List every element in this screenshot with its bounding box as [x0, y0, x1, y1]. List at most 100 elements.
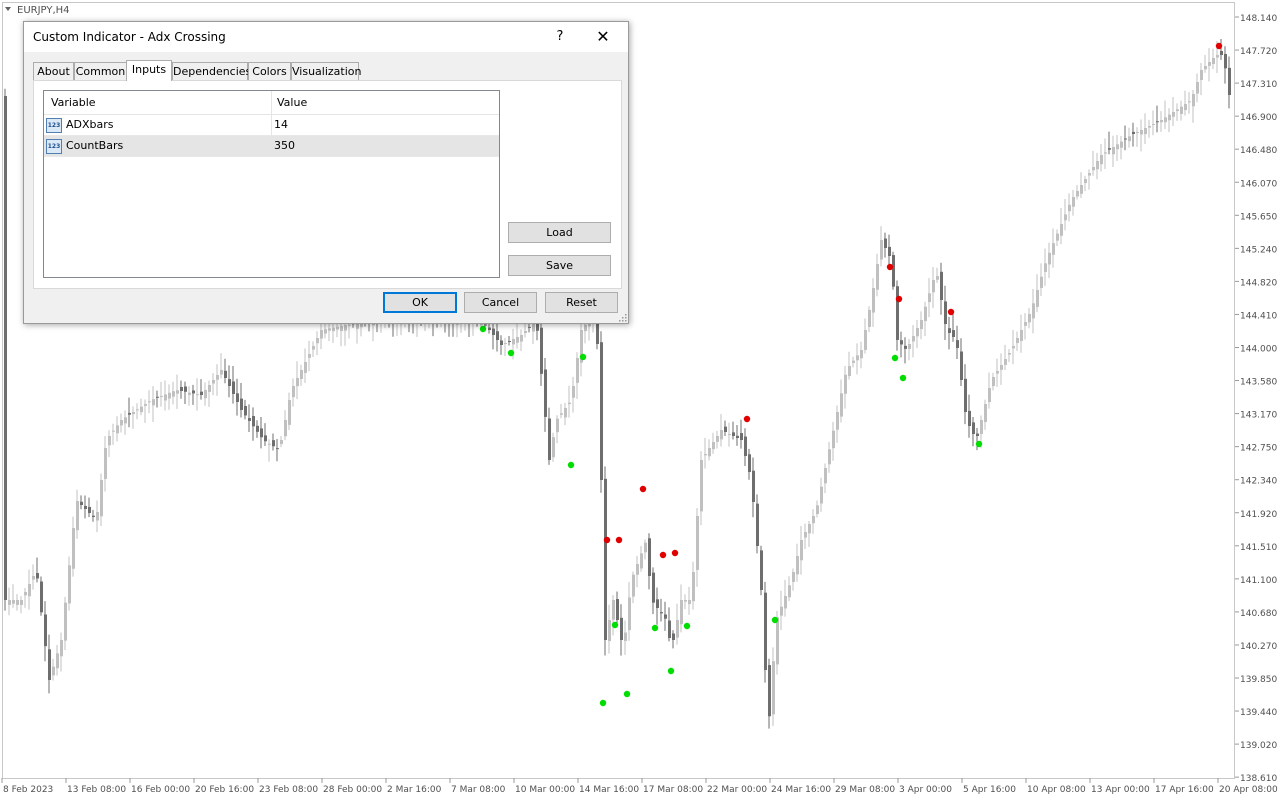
sell-signal-dot [639, 485, 647, 493]
load-button[interactable]: Load [508, 222, 611, 243]
candle-body [216, 375, 219, 380]
candle-body [252, 416, 255, 427]
candle-body [1228, 67, 1231, 95]
candle-body [692, 572, 695, 602]
candle-body [600, 342, 603, 480]
candle-body [920, 320, 923, 330]
tab-dependencies[interactable]: Dependencies [172, 62, 251, 80]
inputs-table[interactable]: Variable Value 123 ADXbars 14 123 CountB… [43, 90, 500, 278]
candle-body [680, 600, 683, 625]
candle-body [624, 632, 627, 641]
price-label: 146.480 [1240, 146, 1277, 156]
candle-body [120, 420, 123, 426]
candle-body [528, 326, 531, 328]
price-label: 142.340 [1240, 477, 1277, 487]
column-header-variable[interactable]: Variable [51, 96, 96, 109]
candle-body [1212, 58, 1215, 65]
variable-name: CountBars [66, 139, 124, 152]
chart-menu-arrow-icon[interactable] [5, 7, 11, 11]
integer-type-icon: 123 [46, 118, 62, 133]
inputs-panel: Variable Value 123 ADXbars 14 123 CountB… [33, 80, 622, 289]
price-label: 145.650 [1240, 212, 1277, 222]
reset-button[interactable]: Reset [545, 292, 618, 313]
time-label: 22 Mar 00:00 [707, 785, 767, 795]
time-label: 3 Apr 00:00 [899, 785, 952, 795]
candle-body [740, 433, 743, 440]
candle-body [1224, 53, 1227, 69]
candle-body [180, 387, 183, 391]
candle-body [808, 524, 811, 534]
table-row[interactable]: 123 CountBars 350 [44, 136, 499, 157]
candle-body [964, 378, 967, 412]
candle-body [1168, 114, 1171, 121]
candle-body [684, 600, 687, 602]
variable-value[interactable]: 14 [274, 118, 288, 131]
tab-common[interactable]: Common [74, 62, 127, 80]
price-label: 141.510 [1240, 543, 1277, 553]
candle-body [900, 340, 903, 345]
tab-colors[interactable]: Colors [248, 62, 291, 80]
candle-body [896, 286, 899, 340]
price-label: 144.820 [1240, 278, 1277, 288]
candle-body [152, 399, 155, 406]
time-label: 8 Feb 2023 [3, 785, 53, 795]
candle-body [728, 434, 731, 435]
table-row[interactable]: 123 ADXbars 14 [44, 115, 499, 136]
candle-body [712, 442, 715, 450]
candle-body [112, 430, 115, 432]
candle-body [816, 505, 819, 514]
buy-signal-dot [771, 616, 779, 624]
price-label: 143.580 [1240, 378, 1277, 388]
resize-grip-icon[interactable] [619, 314, 627, 322]
sell-signal-dot [659, 551, 667, 559]
time-label: 2 Mar 16:00 [387, 785, 442, 795]
buy-signal-dot [623, 690, 631, 698]
save-button[interactable]: Save [508, 255, 611, 276]
candle-body [792, 572, 795, 582]
candle-body [1180, 106, 1183, 114]
candle-body [156, 396, 159, 398]
candle-body [1120, 141, 1123, 148]
ok-button[interactable]: OK [383, 292, 457, 313]
column-header-value[interactable]: Value [277, 96, 307, 109]
candle-body [696, 516, 699, 570]
candle-body [880, 240, 883, 260]
candle-body [732, 432, 735, 436]
candle-body [932, 280, 935, 293]
buy-signal-dot [891, 354, 899, 362]
candle-body [1132, 131, 1135, 134]
candle-body [1040, 276, 1043, 288]
candle-body [116, 425, 119, 434]
cancel-button[interactable]: Cancel [464, 292, 537, 313]
candle-body [196, 394, 199, 396]
candle-body [40, 581, 43, 613]
candle-body [788, 585, 791, 598]
candle-body [764, 592, 767, 670]
tab-inputs[interactable]: Inputs [126, 60, 172, 81]
time-label: 24 Mar 16:00 [771, 785, 831, 795]
tab-about[interactable]: About [33, 62, 74, 80]
candle-body [292, 386, 295, 398]
candle-body [484, 324, 487, 326]
candle-body [244, 405, 247, 416]
indicator-dialog: Custom Indicator - Adx Crossing ? ✕ Abou… [23, 21, 629, 324]
candle-body [824, 468, 827, 484]
help-button[interactable]: ? [550, 28, 570, 46]
buy-signal-dot [611, 621, 619, 629]
candle-body [912, 336, 915, 342]
candle-body [24, 592, 27, 596]
dialog-title-bar[interactable]: Custom Indicator - Adx Crossing ? ✕ [24, 22, 628, 52]
candle-body [1116, 144, 1119, 150]
time-label: 29 Mar 08:00 [835, 785, 895, 795]
candle-body [828, 449, 831, 465]
tab-visualization[interactable]: Visualization [291, 62, 361, 80]
candle-body [80, 501, 83, 505]
price-label: 145.240 [1240, 245, 1277, 255]
candle-body [1052, 243, 1055, 255]
variable-value[interactable]: 350 [274, 139, 295, 152]
close-button[interactable]: ✕ [591, 26, 615, 48]
candle-body [924, 306, 927, 322]
candle-body [1032, 303, 1035, 319]
candle-body [304, 362, 307, 373]
time-label: 10 Apr 08:00 [1027, 785, 1086, 795]
